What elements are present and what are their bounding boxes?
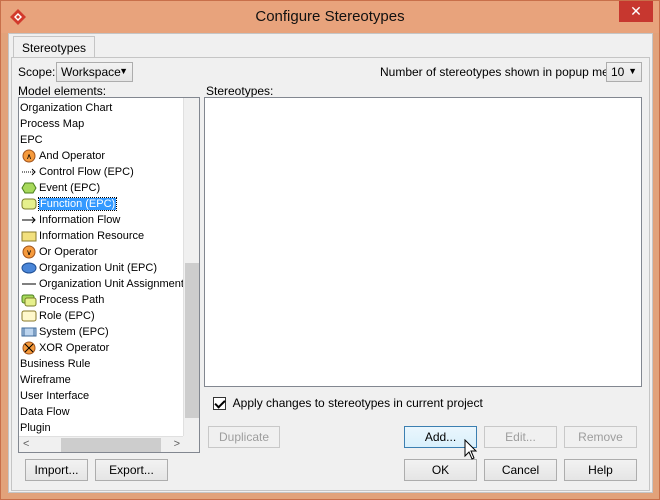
scroll-right-icon[interactable]: > — [174, 438, 180, 450]
tree-item[interactable]: System (EPC) — [21, 324, 109, 340]
tree-item[interactable]: Process Path — [21, 292, 104, 308]
chevron-down-icon: ▼ — [628, 66, 637, 76]
tree-item[interactable]: Role (EPC) — [21, 308, 95, 324]
tree-item-label: Business Rule — [20, 358, 91, 370]
vertical-scroll-thumb[interactable] — [185, 263, 199, 418]
tree-item-label: System (EPC) — [39, 326, 109, 338]
tree-item-label: Information Resource — [39, 230, 145, 242]
popup-count-value: 10 — [611, 65, 625, 79]
tree-item[interactable]: Function (EPC) — [21, 196, 118, 212]
tree-item-label: And Operator — [39, 150, 106, 162]
tree-item[interactable]: Information Flow — [21, 212, 120, 228]
tree-item-label: Control Flow (EPC) — [39, 166, 134, 178]
popup-count-label: Number of stereotypes shown in popup men… — [380, 65, 626, 79]
function-icon — [21, 197, 37, 211]
svg-text:∨: ∨ — [26, 248, 32, 257]
tree-item-label: User Interface — [20, 390, 90, 402]
svg-text:∧: ∧ — [26, 152, 32, 161]
dialog-body: Stereotypes Scope: Workspace ▼ Number of… — [8, 33, 653, 493]
information-resource-icon — [21, 229, 37, 243]
tree-item-label: Or Operator — [39, 246, 98, 258]
tree-item[interactable]: Wireframe — [20, 372, 71, 388]
export-button[interactable]: Export... — [95, 459, 168, 481]
vertical-scrollbar[interactable] — [183, 98, 199, 437]
remove-button[interactable]: Remove — [564, 426, 637, 448]
and-operator-icon: ∧ — [21, 149, 37, 163]
ok-button[interactable]: OK — [404, 459, 477, 481]
scope-label: Scope: — [18, 65, 56, 79]
tree-item-label: Data Flow — [20, 406, 70, 418]
tree-item[interactable]: Organization Unit Assignment — [21, 276, 184, 292]
model-elements-label: Model elements: — [18, 84, 107, 98]
tree-item-label: Organization Unit Assignment — [39, 278, 184, 290]
scroll-left-icon[interactable]: < — [23, 438, 29, 450]
tree-item[interactable]: EPC — [20, 132, 43, 148]
help-button[interactable]: Help — [564, 459, 637, 481]
title-bar[interactable]: Configure Stereotypes ✕ — [1, 1, 659, 33]
tree-item-label: Wireframe — [20, 374, 71, 386]
tree-item[interactable]: Control Flow (EPC) — [21, 164, 134, 180]
or-operator-icon: ∨ — [21, 245, 37, 259]
tree-item-label: XOR Operator — [39, 342, 110, 354]
tree-item[interactable]: Plugin — [20, 420, 51, 436]
close-button[interactable]: ✕ — [619, 1, 653, 22]
tree-item-label: Organization Unit (EPC) — [39, 262, 157, 274]
tree-item-label: Process Path — [39, 294, 105, 306]
stereotypes-list[interactable] — [204, 97, 642, 387]
process-path-icon — [21, 293, 37, 307]
horizontal-scrollbar[interactable]: < > — [19, 436, 184, 452]
tree-item[interactable]: Business Rule — [20, 356, 90, 372]
tree-viewport: Organization Chart Process Map EPC ∧ And Ope… — [19, 98, 184, 437]
import-button[interactable]: Import... — [25, 459, 88, 481]
duplicate-button[interactable]: Duplicate — [208, 426, 280, 448]
checkbox-checked-icon[interactable] — [213, 397, 226, 411]
organization-unit-icon — [21, 261, 37, 275]
cancel-button[interactable]: Cancel — [484, 459, 557, 481]
tree-item-label: Role (EPC) — [39, 310, 95, 322]
tree-item-label: Function (EPC) — [37, 197, 118, 211]
edit-button[interactable]: Edit... — [484, 426, 557, 448]
tree-item[interactable]: Information Resource — [21, 228, 144, 244]
tree-item[interactable]: ∧ And Operator — [21, 148, 105, 164]
tree-item[interactable]: Organization Unit (EPC) — [21, 260, 157, 276]
tree-item-label: Process Map — [20, 118, 85, 130]
tree-item[interactable]: Event (EPC) — [21, 180, 100, 196]
tree-item-label: Plugin — [20, 422, 51, 434]
configure-stereotypes-window: Configure Stereotypes ✕ Stereotypes Scop… — [0, 0, 660, 500]
window-title: Configure Stereotypes — [255, 8, 405, 25]
tree-item-label: EPC — [20, 134, 43, 146]
control-flow-icon — [21, 165, 37, 179]
tree-item[interactable]: Organization Chart — [20, 100, 112, 116]
xor-operator-icon — [21, 341, 37, 355]
apply-changes-label: Apply changes to stereotypes in current … — [232, 396, 483, 410]
organization-unit-assignment-icon — [21, 277, 37, 291]
tree-item-label: Information Flow — [39, 214, 121, 226]
popup-count-select[interactable]: 10 ▼ — [606, 62, 642, 82]
chevron-down-icon: ▼ — [119, 66, 128, 76]
model-elements-tree[interactable]: Organization Chart Process Map EPC ∧ And Ope… — [18, 97, 200, 453]
information-flow-icon — [21, 213, 37, 227]
role-icon — [21, 309, 37, 323]
tree-item-label: Event (EPC) — [39, 182, 101, 194]
tree-item-label: Organization Chart — [20, 102, 113, 114]
system-icon — [21, 325, 37, 339]
tab-stereotypes[interactable]: Stereotypes — [13, 36, 96, 58]
horizontal-scroll-thumb[interactable] — [61, 438, 161, 452]
scope-value: Workspace — [61, 65, 121, 79]
tree-item[interactable]: Process Map — [20, 116, 84, 132]
tree-item[interactable]: User Interface — [20, 388, 89, 404]
stereotypes-label: Stereotypes: — [206, 84, 274, 98]
tree-item[interactable]: ∨ Or Operator — [21, 244, 98, 260]
mouse-pointer-icon — [464, 439, 478, 460]
apply-changes-checkbox[interactable]: Apply changes to stereotypes in current … — [213, 396, 483, 411]
scope-select[interactable]: Workspace ▼ — [56, 62, 133, 82]
scroll-corner — [183, 436, 199, 452]
event-icon — [21, 181, 37, 195]
tree-item[interactable]: XOR Operator — [21, 340, 109, 356]
tree-item[interactable]: Data Flow — [20, 404, 70, 420]
